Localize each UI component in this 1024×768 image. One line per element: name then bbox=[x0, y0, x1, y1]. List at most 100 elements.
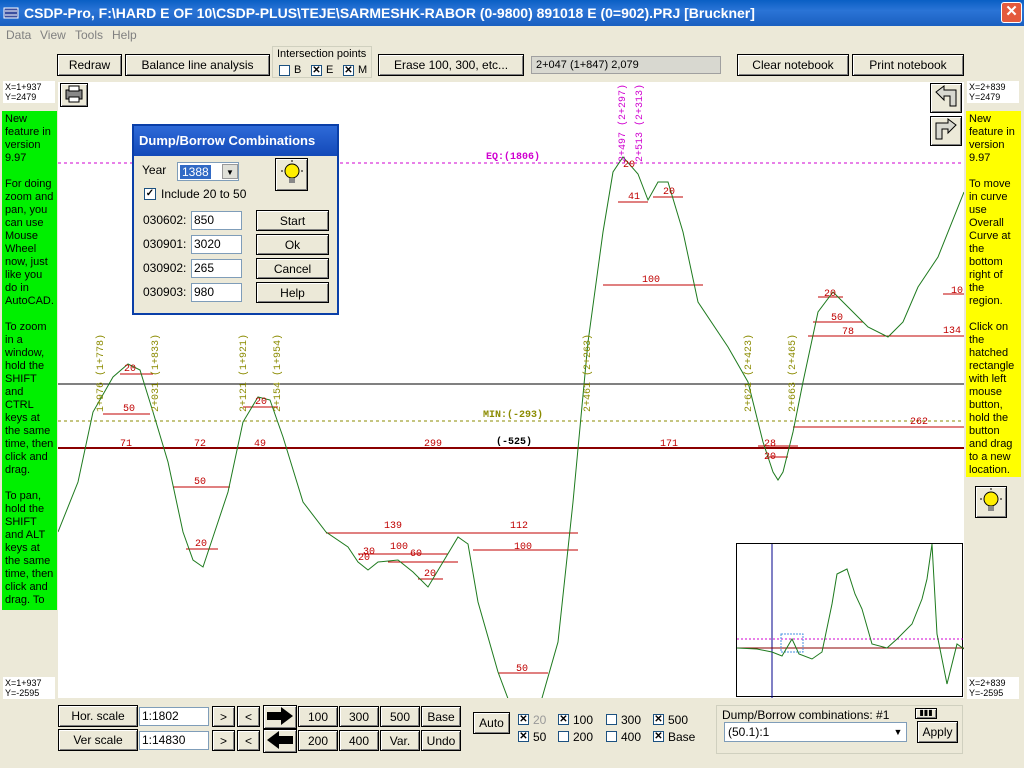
lightbulb-button[interactable] bbox=[975, 486, 1007, 518]
step-100-button[interactable]: 100 bbox=[298, 706, 338, 727]
arrow-right-icon bbox=[267, 707, 293, 725]
field-input[interactable]: 980 bbox=[191, 283, 242, 302]
ver-increase-button[interactable]: > bbox=[212, 730, 235, 751]
close-button[interactable]: ✕ bbox=[1001, 2, 1022, 23]
show-50-checkbox[interactable]: ✕ bbox=[518, 731, 529, 742]
clear-notebook-button[interactable]: Clear notebook bbox=[737, 54, 849, 76]
include-checkbox[interactable]: ✓ bbox=[144, 188, 156, 200]
station-label: 2+513 (2+313) bbox=[634, 84, 646, 162]
chevron-down-icon[interactable]: ▼ bbox=[890, 724, 906, 740]
value-label: 20 bbox=[255, 397, 267, 408]
show-200-checkbox[interactable] bbox=[558, 731, 569, 742]
show-100-checkbox[interactable]: ✕ bbox=[558, 714, 569, 725]
start-button[interactable]: Start bbox=[256, 210, 329, 231]
value-label: 50 bbox=[831, 313, 843, 324]
ver-scale-input[interactable]: 1:14830 bbox=[139, 731, 209, 750]
more-button[interactable]: ▮▮▮ bbox=[915, 708, 937, 719]
intersection-m-checkbox[interactable]: ✕ bbox=[343, 65, 354, 76]
year-select[interactable]: 1388 ▼ bbox=[177, 162, 239, 181]
app-icon bbox=[3, 7, 19, 19]
step-400-button[interactable]: 400 bbox=[339, 730, 379, 751]
show-50-label: 50 bbox=[533, 730, 547, 744]
overview-hatched-rectangle[interactable] bbox=[780, 633, 804, 653]
station-label: 2+031 (1+833) bbox=[150, 334, 162, 412]
value-label: 100 bbox=[514, 542, 532, 553]
chevron-down-icon[interactable]: ▼ bbox=[222, 164, 238, 179]
combinations-select[interactable]: (50.1):1 ▼ bbox=[724, 722, 907, 742]
overview-curve[interactable] bbox=[736, 543, 965, 698]
intersection-e-checkbox[interactable]: ✕ bbox=[311, 65, 322, 76]
value-label: 112 bbox=[510, 521, 528, 532]
step-200-button[interactable]: 200 bbox=[298, 730, 338, 751]
hor-scale-button[interactable]: Hor. scale bbox=[58, 705, 138, 727]
ver-scale-button[interactable]: Ver scale bbox=[58, 729, 138, 751]
dialog-title: Dump/Borrow Combinations bbox=[134, 126, 337, 156]
value-label: 100 bbox=[390, 542, 408, 553]
value-label: 10 bbox=[951, 286, 963, 297]
arrow-left-icon bbox=[267, 731, 293, 749]
var-button[interactable]: Var. bbox=[380, 730, 420, 751]
forward-arrow-button[interactable] bbox=[263, 705, 297, 729]
combinations-title: Dump/Borrow combinations: #1 bbox=[722, 708, 890, 722]
show-100-label: 100 bbox=[573, 713, 594, 727]
value-label: 299 bbox=[424, 439, 442, 450]
arrow-up-right-icon bbox=[935, 118, 957, 140]
coord-bottom-left: X=1+937 Y=-2595 bbox=[3, 677, 55, 699]
cancel-button[interactable]: Cancel bbox=[256, 258, 329, 279]
menu-view[interactable]: View bbox=[40, 28, 66, 42]
hor-scale-input[interactable]: 1:1802 bbox=[139, 707, 209, 726]
value-label: 78 bbox=[842, 327, 854, 338]
coord-bottom-right: X=2+839 Y=-2595 bbox=[967, 677, 1019, 699]
show-500-checkbox[interactable]: ✕ bbox=[653, 714, 664, 725]
show-300-checkbox[interactable] bbox=[606, 714, 617, 725]
help-button[interactable]: Help bbox=[256, 282, 329, 303]
intersection-e-label: E bbox=[326, 64, 334, 76]
step-300-button[interactable]: 300 bbox=[339, 706, 379, 727]
print-button[interactable] bbox=[60, 83, 88, 107]
field-label: 030903: bbox=[143, 285, 187, 299]
redraw-button[interactable]: Redraw bbox=[57, 54, 122, 76]
show-base-checkbox[interactable]: ✕ bbox=[653, 731, 664, 742]
left-help-note: New feature in version 9.97 For doing zo… bbox=[2, 111, 57, 610]
value-label: 49 bbox=[254, 439, 266, 450]
station-label: 2+621 (2+423) bbox=[743, 334, 755, 412]
base-button[interactable]: Base bbox=[421, 706, 461, 727]
value-label: 71 bbox=[120, 439, 132, 450]
balance-line-analysis-button[interactable]: Balance line analysis bbox=[125, 54, 270, 76]
field-input[interactable]: 3020 bbox=[191, 235, 242, 254]
value-label: 171 bbox=[660, 439, 678, 450]
window-title: CSDP-Pro, F:\HARD E OF 10\CSDP-PLUS\TEJE… bbox=[24, 5, 755, 21]
hor-increase-button[interactable]: > bbox=[212, 706, 235, 727]
hint-button[interactable] bbox=[275, 158, 308, 191]
erase-button[interactable]: Erase 100, 300, etc... bbox=[378, 54, 524, 76]
value-label: 20 bbox=[195, 539, 207, 550]
pan-right-button[interactable] bbox=[930, 116, 962, 146]
ver-decrease-button[interactable]: < bbox=[237, 730, 260, 751]
show-500-label: 500 bbox=[668, 713, 689, 727]
field-label: 030602: bbox=[143, 213, 187, 227]
auto-button[interactable]: Auto bbox=[473, 712, 510, 734]
field-input[interactable]: 850 bbox=[191, 211, 242, 230]
menu-tools[interactable]: Tools bbox=[75, 28, 103, 42]
intersection-b-checkbox[interactable] bbox=[279, 65, 290, 76]
field-input[interactable]: 265 bbox=[191, 259, 242, 278]
hor-decrease-button[interactable]: < bbox=[237, 706, 260, 727]
value-label: 41 bbox=[628, 192, 640, 203]
station-label: 2+461 (2+263) bbox=[582, 334, 594, 412]
value-label: 139 bbox=[384, 521, 402, 532]
show-400-checkbox[interactable] bbox=[606, 731, 617, 742]
lightbulb-icon bbox=[280, 160, 303, 183]
show-base-label: Base bbox=[668, 730, 696, 744]
menu-data[interactable]: Data bbox=[6, 28, 31, 42]
ok-button[interactable]: Ok bbox=[256, 234, 329, 255]
station-label: 2+121 (1+921) bbox=[238, 334, 250, 412]
undo-button[interactable]: Undo bbox=[421, 730, 461, 751]
step-500-button[interactable]: 500 bbox=[380, 706, 420, 727]
station-label: 2+497 (2+297) bbox=[617, 84, 629, 162]
print-notebook-button[interactable]: Print notebook bbox=[852, 54, 964, 76]
back-arrow-button[interactable] bbox=[263, 729, 297, 753]
pan-left-button[interactable] bbox=[930, 83, 962, 113]
show-20-checkbox[interactable]: ✕ bbox=[518, 714, 529, 725]
apply-button[interactable]: Apply bbox=[917, 721, 958, 743]
menu-help[interactable]: Help bbox=[112, 28, 137, 42]
